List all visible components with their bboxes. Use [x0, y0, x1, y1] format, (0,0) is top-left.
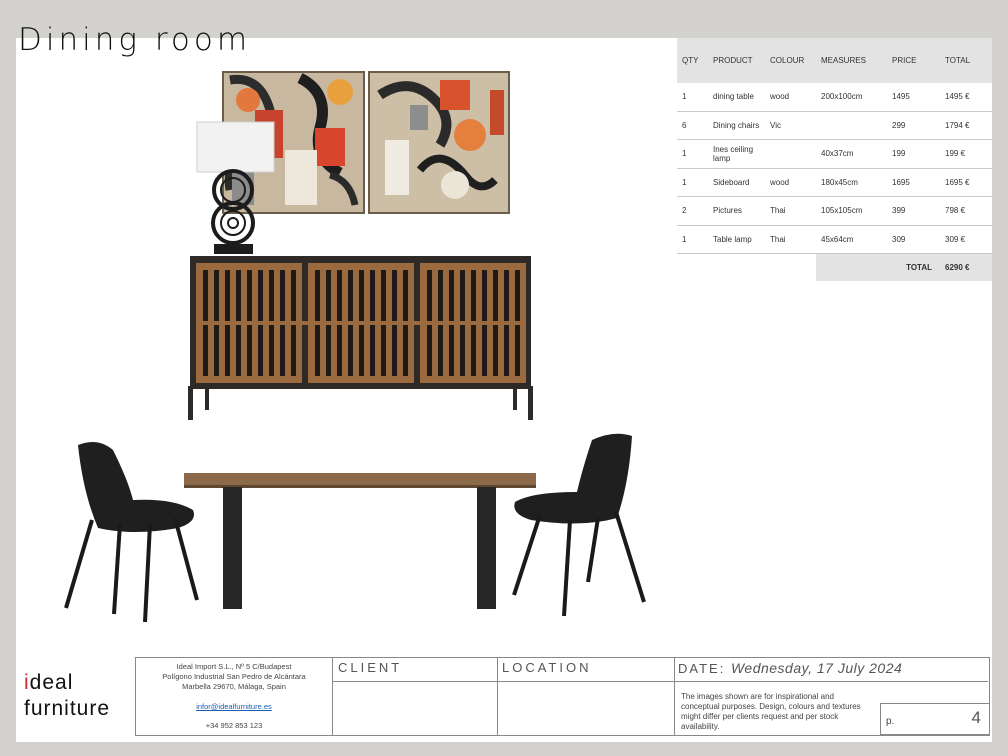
- cell-qty: 1: [677, 83, 708, 112]
- cell-total: 1794 €: [940, 111, 992, 140]
- cell-product: Ines ceiling lamp: [708, 139, 765, 169]
- cell-colour: [765, 139, 816, 169]
- dining-table: [184, 473, 536, 609]
- cell-colour: wood: [765, 83, 816, 112]
- email-link[interactable]: infor@idealfurniture.es: [196, 702, 272, 711]
- table-row: 1 dining table wood 200x100cm 1495 1495 …: [677, 83, 992, 112]
- table-row: 1 Ines ceiling lamp 40x37cm 199 199 €: [677, 139, 992, 169]
- divider: [333, 681, 988, 682]
- company-line1: Ideal Import S.L., Nº 5 C/Budapest: [176, 662, 292, 671]
- total-label: TOTAL: [816, 253, 940, 281]
- company-line2: Polígono Industrial San Pedro de Alcánta…: [162, 672, 306, 681]
- col-header-product: PRODUCT: [708, 38, 765, 83]
- page-label: p.: [886, 716, 895, 727]
- cell-price: 399: [887, 196, 940, 226]
- cell-colour: Thai: [765, 225, 816, 254]
- cell-qty: 1: [677, 139, 708, 169]
- company-logo: ideal furniture: [24, 670, 110, 722]
- divider: [674, 658, 675, 735]
- location-label: LOCATION: [502, 660, 592, 675]
- painting-right: [368, 71, 510, 214]
- cell-colour: wood: [765, 168, 816, 197]
- cell-qty: 6: [677, 111, 708, 140]
- cell-price: 1695: [887, 168, 940, 197]
- cell-total: 798 €: [940, 196, 992, 226]
- cell-product: dining table: [708, 83, 765, 112]
- company-line3: Marbella 29670, Málaga, Spain: [182, 682, 286, 691]
- cell-measures: [816, 111, 887, 140]
- dining-chair-right: [512, 433, 646, 617]
- divider: [497, 658, 498, 735]
- col-header-price: PRICE: [887, 38, 940, 83]
- date-label: DATE:: [678, 661, 726, 676]
- cell-total: 309 €: [940, 225, 992, 254]
- cell-product: Pictures: [708, 196, 765, 226]
- cell-total: 1495 €: [940, 83, 992, 112]
- cell-qty: 2: [677, 196, 708, 226]
- cell-total: 1695 €: [940, 168, 992, 197]
- product-table: QTY PRODUCT COLOUR MEASURES PRICE TOTAL …: [677, 38, 992, 281]
- col-header-measures: MEASURES: [816, 38, 887, 83]
- company-phone: +34 952 853 123: [205, 721, 263, 730]
- table-header-row: QTY PRODUCT COLOUR MEASURES PRICE TOTAL: [677, 38, 992, 83]
- client-label: CLIENT: [338, 660, 403, 675]
- dining-chair-left: [64, 441, 199, 623]
- disclaimer-text: The images shown are for inspirational a…: [681, 692, 861, 731]
- page-number-box: p. 4: [880, 703, 990, 735]
- table-row: 6 Dining chairs Vic 299 1794 €: [677, 111, 992, 140]
- table-row: 2 Pictures Thai 105x105cm 399 798 €: [677, 196, 992, 226]
- cell-qty: 1: [677, 168, 708, 197]
- cell-price: 299: [887, 111, 940, 140]
- page-number: 4: [971, 708, 981, 727]
- cell-product: Table lamp: [708, 225, 765, 254]
- cell-price: 1495: [887, 83, 940, 112]
- cell-price: 309: [887, 225, 940, 254]
- cell-product: Sideboard: [708, 168, 765, 197]
- date-field: DATE: Wednesday, 17 July 2024: [678, 660, 902, 676]
- cell-price: 199: [887, 139, 940, 169]
- divider: [332, 658, 333, 735]
- table-row: 1 Sideboard wood 180x45cm 1695 1695 €: [677, 168, 992, 197]
- cell-measures: 40x37cm: [816, 139, 887, 169]
- logo-line2: furniture: [24, 697, 111, 720]
- company-info: Ideal Import S.L., Nº 5 C/Budapest Políg…: [136, 662, 332, 731]
- cell-measures: 200x100cm: [816, 83, 887, 112]
- cell-total: 199 €: [940, 139, 992, 169]
- logo-line1: deal: [29, 671, 74, 694]
- cell-measures: 180x45cm: [816, 168, 887, 197]
- col-header-total: TOTAL: [940, 38, 992, 83]
- cell-measures: 45x64cm: [816, 225, 887, 254]
- sideboard: [188, 256, 533, 420]
- col-header-colour: COLOUR: [765, 38, 816, 83]
- table-row: 1 Table lamp Thai 45x64cm 309 309 €: [677, 225, 992, 254]
- cell-measures: 105x105cm: [816, 196, 887, 226]
- moodboard-illustration: [64, 71, 646, 623]
- date-value: Wednesday, 17 July 2024: [730, 660, 903, 676]
- total-value: 6290 €: [940, 253, 992, 281]
- cell-qty: 1: [677, 225, 708, 254]
- cell-colour: Vic: [765, 111, 816, 140]
- cell-colour: Thai: [765, 196, 816, 226]
- cell-product: Dining chairs: [708, 111, 765, 140]
- col-header-qty: QTY: [677, 38, 708, 83]
- table-total-row: TOTAL 6290 €: [677, 253, 992, 281]
